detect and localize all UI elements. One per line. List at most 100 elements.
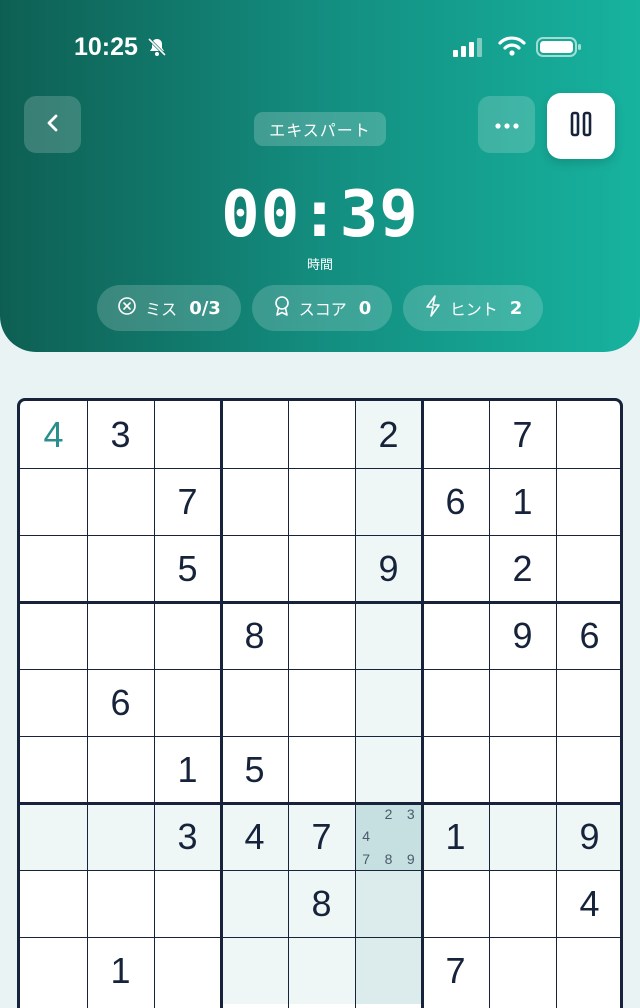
sudoku-cell[interactable] [221,937,288,1004]
sudoku-cell[interactable] [355,736,422,803]
sudoku-cell[interactable]: 1 [422,803,489,870]
sudoku-cell[interactable] [20,870,87,937]
sudoku-cell[interactable]: 9 [355,535,422,602]
sudoku-cell[interactable] [489,803,556,870]
sudoku-cell[interactable] [221,535,288,602]
sudoku-cell[interactable] [20,937,87,1004]
back-button[interactable] [24,96,81,153]
sudoku-cell[interactable] [154,602,221,669]
sudoku-cell[interactable] [422,401,489,468]
sudoku-cell[interactable] [87,468,154,535]
sudoku-cell[interactable] [20,803,87,870]
sudoku-cell[interactable] [221,669,288,736]
sudoku-cell[interactable] [288,937,355,1004]
battery-icon [536,36,582,62]
sudoku-cell[interactable]: 6 [422,468,489,535]
sudoku-cell[interactable] [556,736,620,803]
sudoku-cell[interactable] [87,602,154,669]
sudoku-cell[interactable] [288,535,355,602]
sudoku-cell[interactable] [87,535,154,602]
sudoku-cell[interactable] [422,602,489,669]
cell-digit: 9 [378,547,399,589]
sudoku-cell[interactable] [288,602,355,669]
cell-notes: 23 4 789 [355,803,422,870]
sudoku-cell[interactable] [556,669,620,736]
sudoku-cell[interactable] [556,937,620,1004]
sudoku-cell[interactable]: 7 [422,937,489,1004]
cell-digit: 1 [110,949,131,991]
sudoku-cell[interactable]: 6 [87,669,154,736]
sudoku-cell[interactable]: 8 [288,870,355,937]
sudoku-cell[interactable]: 6 [556,602,620,669]
sudoku-cell[interactable]: 5 [221,736,288,803]
sudoku-cell[interactable] [20,736,87,803]
sudoku-cell[interactable] [20,602,87,669]
sudoku-cell[interactable]: 3 [87,401,154,468]
sudoku-cell[interactable] [422,535,489,602]
sudoku-cell[interactable]: 4 [556,870,620,937]
sudoku-cell[interactable]: 9 [489,602,556,669]
grid-line [20,668,620,670]
sudoku-cell[interactable]: 7 [489,401,556,468]
grid-line [354,401,356,1008]
sudoku-cell[interactable] [20,535,87,602]
sudoku-cell[interactable]: 7 [154,468,221,535]
sudoku-cell[interactable]: 1 [87,937,154,1004]
sudoku-cell[interactable]: 1 [489,468,556,535]
sudoku-cell[interactable] [422,870,489,937]
sudoku-cell[interactable] [221,401,288,468]
sudoku-cell[interactable] [20,669,87,736]
sudoku-cell[interactable] [489,669,556,736]
sudoku-cell[interactable]: 4 [20,401,87,468]
sudoku-cell[interactable] [288,468,355,535]
sudoku-cell[interactable] [221,870,288,937]
timer: 00:39 [221,178,419,252]
sudoku-cell[interactable] [355,602,422,669]
sudoku-cell[interactable] [556,468,620,535]
pause-button[interactable] [547,93,615,159]
sudoku-cell[interactable]: 1 [154,736,221,803]
sudoku-cell[interactable]: 7 [288,803,355,870]
sudoku-cell[interactable] [355,937,422,1004]
sudoku-cell[interactable] [221,468,288,535]
grid-line [555,401,557,1008]
sudoku-cell[interactable] [489,736,556,803]
sudoku-cell[interactable]: 23 4 789 [355,803,422,870]
sudoku-cell[interactable]: 5 [154,535,221,602]
sudoku-cell[interactable]: 8 [221,602,288,669]
sudoku-cell[interactable] [154,401,221,468]
sudoku-cell[interactable] [355,870,422,937]
sudoku-cell[interactable] [87,803,154,870]
sudoku-cell[interactable]: 2 [355,401,422,468]
cell-digit: 1 [445,815,466,857]
sudoku-cell[interactable] [489,870,556,937]
sudoku-cell[interactable] [556,535,620,602]
sudoku-cell[interactable] [87,736,154,803]
sudoku-cell[interactable] [288,669,355,736]
sudoku-cell[interactable] [355,468,422,535]
sudoku-cell[interactable] [556,401,620,468]
note-digit: 7 [362,850,371,867]
sudoku-cell[interactable]: 2 [489,535,556,602]
cell-digit: 2 [512,547,533,589]
sudoku-cell[interactable] [422,736,489,803]
sudoku-cell[interactable]: 9 [556,803,620,870]
grid-line [153,401,155,1008]
sudoku-cell[interactable] [87,870,154,937]
sudoku-cell[interactable] [154,870,221,937]
cell-digit: 1 [512,480,533,522]
sudoku-cell[interactable] [288,736,355,803]
more-options-button[interactable] [478,96,535,153]
sudoku-cell[interactable] [355,669,422,736]
sudoku-cell[interactable] [154,669,221,736]
note-digit [355,803,377,825]
sudoku-cell[interactable] [288,401,355,468]
sudoku-cell[interactable] [20,468,87,535]
sudoku-cell[interactable]: 3 [154,803,221,870]
sudoku-cell[interactable]: 4 [221,803,288,870]
award-icon [273,295,291,321]
sudoku-cell[interactable] [489,937,556,1004]
sudoku-cell[interactable] [154,937,221,1004]
sudoku-cell[interactable] [422,669,489,736]
hints-stat[interactable]: ヒント 2 [403,285,543,331]
